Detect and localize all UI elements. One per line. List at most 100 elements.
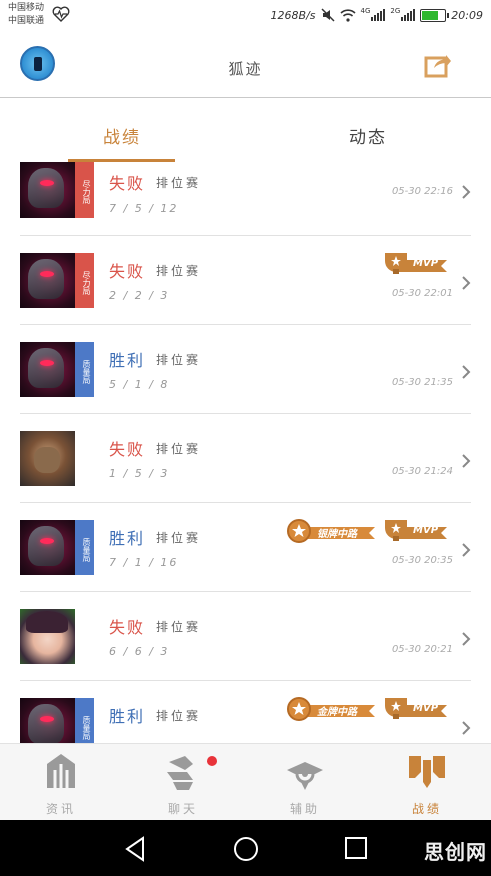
match-row[interactable]: 失败 排位赛 6 / 6 / 3 05-30 20:21 [0, 592, 491, 681]
carrier-1-label: 中国移动 [8, 3, 45, 13]
back-triangle-icon[interactable] [123, 836, 147, 862]
match-mode: 排位赛 [156, 531, 202, 545]
match-quality-tag: 尽力局 [75, 253, 94, 308]
match-time: 05-30 22:16 [391, 186, 453, 197]
share-icon[interactable] [424, 52, 452, 78]
mvp-label: MVP [413, 525, 439, 536]
nav-item-news[interactable]: 资讯 [0, 744, 122, 821]
chevron-right-icon[interactable] [461, 276, 471, 290]
match-quality-tag: 质量局 [75, 520, 94, 575]
role-label: 金牌中路 [317, 707, 357, 718]
tab-bar: 战绩 动态 [0, 99, 491, 162]
match-kda: 2 / 2 / 3 [109, 289, 170, 302]
match-list[interactable]: 尽力局 失败 排位赛 7 / 5 / 12 05-30 22:16 尽力局 失败 排位赛 2 /… [0, 161, 491, 743]
role-badge: 金牌中路 [287, 696, 379, 722]
hero-portrait [20, 520, 75, 575]
chevron-right-icon[interactable] [461, 454, 471, 468]
match-kda: 7 / 5 / 12 [109, 202, 179, 215]
nav-item-assist[interactable]: 辅助 [244, 744, 366, 821]
match-mode: 排位赛 [156, 620, 202, 634]
tab-dynamic[interactable]: 动态 [349, 123, 387, 148]
nav-item-record[interactable]: 战绩 [366, 744, 488, 821]
app-header: 狐迹 [0, 30, 491, 98]
match-time: 05-30 22:01 [391, 288, 453, 299]
chevron-right-icon[interactable] [461, 632, 471, 646]
match-kda: 5 / 1 / 8 [109, 378, 170, 391]
network-2g-label: 2G [390, 7, 401, 15]
match-result: 胜利 [109, 529, 146, 548]
battery-icon [420, 8, 450, 22]
mvp-label: MVP [413, 258, 439, 269]
nav-item-chat[interactable]: 聊天 [122, 744, 244, 821]
match-kda: 7 / 1 / 16 [109, 556, 179, 569]
nav-label-record: 战绩 [411, 802, 442, 816]
watermark: 思创网 [424, 840, 487, 864]
match-row[interactable]: 失败 排位赛 1 / 5 / 3 05-30 21:24 [0, 414, 491, 503]
match-kda: 6 / 6 / 3 [109, 645, 170, 658]
chat-icon [167, 756, 193, 790]
carrier-2-label: 中国联通 [8, 16, 45, 26]
match-row[interactable]: 质量局 胜利 排位赛 金牌中路 MVP [0, 681, 491, 743]
match-result: 失败 [109, 618, 146, 637]
match-mode: 排位赛 [156, 709, 202, 723]
match-result: 失败 [109, 440, 146, 459]
role-label: 银牌中路 [317, 529, 357, 540]
signal-1-icon [371, 9, 386, 21]
match-time: 05-30 21:35 [391, 377, 453, 388]
clock: 20:09 [451, 8, 483, 22]
match-time: 05-30 20:21 [391, 644, 453, 655]
assist-icon [287, 762, 323, 790]
role-badge: 银牌中路 [287, 518, 379, 544]
mvp-badge: MVP [383, 518, 451, 544]
match-row[interactable]: 质量局 胜利 排位赛 5 / 1 / 8 05-30 21:35 [0, 325, 491, 414]
nav-label-assist: 辅助 [289, 802, 320, 816]
hero-portrait [20, 342, 75, 397]
status-bar: 中国移动 中国联通 1268B/s 4G 2G 20:09 [0, 0, 491, 30]
record-icon [409, 756, 445, 788]
network-speed: 1268B/s [270, 8, 316, 22]
chevron-right-icon[interactable] [461, 365, 471, 379]
match-row[interactable]: 尽力局 失败 排位赛 7 / 5 / 12 05-30 22:16 [0, 161, 491, 236]
chevron-right-icon[interactable] [461, 721, 471, 735]
nav-label-chat: 聊天 [167, 802, 198, 816]
chevron-right-icon[interactable] [461, 185, 471, 199]
match-quality-tag: 尽力局 [75, 162, 94, 218]
match-mode: 排位赛 [156, 264, 202, 278]
match-mode: 排位赛 [156, 353, 202, 367]
notification-dot [207, 756, 217, 766]
match-time: 05-30 20:35 [391, 555, 453, 566]
hero-portrait [20, 162, 75, 218]
match-row[interactable]: 质量局 胜利 排位赛 7 / 1 / 16 05-30 20:35 银牌中路 MVP [0, 503, 491, 592]
match-quality-tag: 质量局 [75, 342, 94, 397]
tab-record[interactable]: 战绩 [103, 123, 141, 148]
match-time: 05-30 21:24 [391, 466, 453, 477]
nav-label-news: 资讯 [45, 802, 76, 816]
match-result: 胜利 [109, 707, 146, 726]
match-kda: 1 / 5 / 3 [109, 467, 170, 480]
android-nav-bar [0, 820, 491, 876]
hero-portrait [20, 431, 75, 486]
match-result: 失败 [109, 262, 146, 281]
chevron-right-icon[interactable] [461, 543, 471, 557]
match-mode: 排位赛 [156, 176, 202, 190]
wifi-icon [339, 8, 356, 22]
heart-rate-icon [52, 6, 70, 22]
hero-portrait [20, 609, 75, 664]
match-mode: 排位赛 [156, 442, 202, 456]
signal-2-icon [401, 9, 416, 21]
mvp-badge: MVP [383, 251, 451, 277]
page-title: 狐迹 [228, 60, 263, 78]
mvp-badge: MVP [383, 696, 451, 722]
match-result: 胜利 [109, 351, 146, 370]
recents-square-icon[interactable] [344, 836, 368, 860]
match-result: 失败 [109, 174, 146, 193]
news-icon [47, 754, 75, 788]
hero-portrait [20, 698, 75, 743]
home-circle-icon[interactable] [233, 836, 259, 862]
mvp-label: MVP [413, 703, 439, 714]
match-row[interactable]: 尽力局 失败 排位赛 2 / 2 / 3 05-30 22:01 MVP [0, 236, 491, 325]
mute-icon [320, 8, 335, 22]
hero-portrait [20, 253, 75, 308]
bottom-nav: 资讯 聊天 辅助 战绩 [0, 743, 491, 820]
network-4g-label: 4G [360, 7, 371, 15]
